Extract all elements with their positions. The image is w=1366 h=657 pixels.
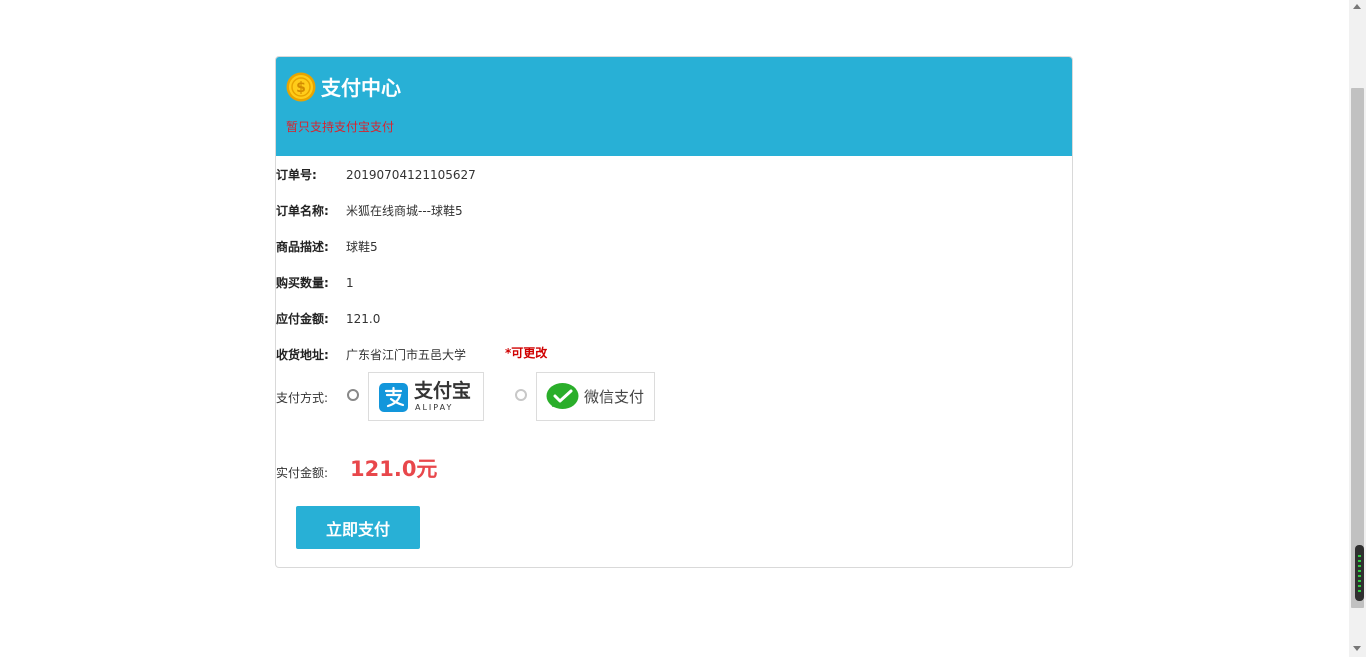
alipay-only-notice: 暂只支持支付宝支付 xyxy=(286,120,395,134)
wechat-option[interactable]: 微信支付 xyxy=(536,372,655,421)
order-number-value: 20190704121105627 xyxy=(346,168,476,182)
address-label: 收货地址: xyxy=(276,348,329,362)
scroll-up-icon[interactable] xyxy=(1353,4,1361,9)
alipay-logo-icon xyxy=(379,383,408,412)
amount-due-value: 121.0 xyxy=(346,312,381,326)
svg-text:$: $ xyxy=(296,80,306,96)
order-name-value: 米狐在线商城---球鞋5 xyxy=(346,204,463,218)
scroll-down-icon[interactable] xyxy=(1353,646,1361,651)
quantity-label: 购买数量: xyxy=(276,276,329,290)
wechat-logo-icon xyxy=(546,383,579,409)
order-name-label: 订单名称: xyxy=(276,204,329,218)
scroll-thumb[interactable] xyxy=(1351,88,1364,608)
alipay-sub: ALIPAY xyxy=(415,403,454,412)
payment-panel: $ 支付中心 暂只支持支付宝支付 订单号: 20190704121105627 … xyxy=(275,56,1073,568)
pay-now-button[interactable]: 立即支付 xyxy=(296,506,420,549)
alipay-option[interactable]: 支付宝 ALIPAY xyxy=(368,372,484,421)
quantity-value: 1 xyxy=(346,276,354,290)
actual-amount-label: 实付金额: xyxy=(276,466,329,480)
panel-header: $ 支付中心 暂只支持支付宝支付 xyxy=(276,57,1072,156)
wechat-name: 微信支付 xyxy=(584,388,645,406)
coin-icon: $ xyxy=(286,72,316,102)
actual-amount-value: 121.0元 xyxy=(350,457,438,481)
payment-method-label: 支付方式: xyxy=(276,391,329,405)
wechat-radio[interactable] xyxy=(515,389,527,401)
address-value: 广东省江门市五邑大学 xyxy=(346,348,467,362)
amount-due-label: 应付金额: xyxy=(276,312,329,326)
alipay-radio[interactable] xyxy=(347,389,359,401)
product-desc-value: 球鞋5 xyxy=(346,240,378,254)
alipay-name: 支付宝 xyxy=(414,380,472,402)
product-desc-label: 商品描述: xyxy=(276,240,329,254)
status-indicator-icon xyxy=(1355,545,1364,601)
edit-address-link[interactable]: *可更改 xyxy=(505,345,547,361)
order-number-label: 订单号: xyxy=(276,168,317,182)
page-title: 支付中心 xyxy=(321,76,401,100)
